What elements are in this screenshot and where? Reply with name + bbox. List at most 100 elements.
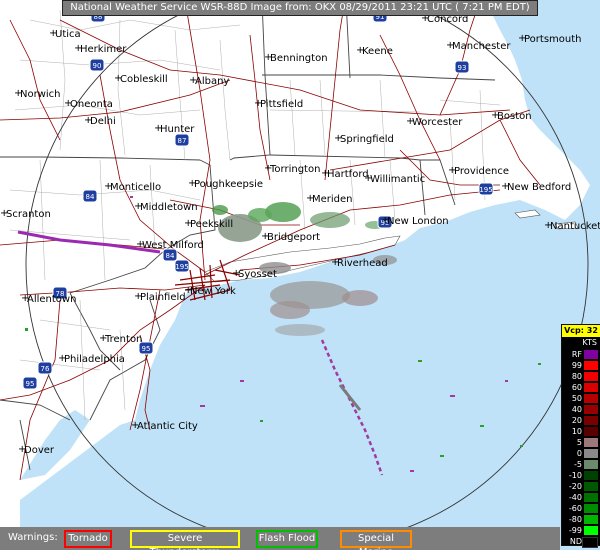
city-label: Portsmouth [524, 34, 582, 45]
city-label: Herkimer [80, 44, 127, 55]
header-bar: National Weather Service WSR-88D Image f… [62, 0, 538, 16]
city-label: Utica [55, 29, 81, 40]
legend-item: -99 [562, 525, 600, 536]
interstate-shield: 195 [478, 182, 494, 196]
legend-item: -20 [562, 481, 600, 492]
legend-label: -99 [568, 526, 582, 535]
city-label: Hartford [327, 169, 369, 180]
city-label: Torrington [269, 164, 320, 175]
legend-swatch [584, 394, 598, 403]
city-label: Providence [454, 166, 509, 177]
legend-swatch [584, 350, 598, 359]
legend-label: 99 [571, 361, 582, 370]
legend-title: Vcp: 32 [562, 325, 600, 337]
city-label: Hunter [160, 124, 195, 135]
legend-swatch [584, 438, 598, 447]
city-label: Manchester [452, 41, 511, 52]
interstate-shield: 93 [454, 60, 470, 74]
legend-label: -60 [568, 504, 582, 513]
city-label: Springfield [340, 134, 394, 145]
legend-item: 5 [562, 437, 600, 448]
legend-label: 20 [571, 416, 582, 425]
interstate-shield: 90 [89, 58, 105, 72]
legend-item: 20 [562, 415, 600, 426]
radar-map: 889091879395195848478951957695 +Utica+He… [0, 0, 600, 550]
legend-swatch [582, 537, 598, 548]
legend-item: -40 [562, 492, 600, 503]
warning-special-marine-button[interactable]: Special Marine [340, 530, 412, 558]
city-label: New Bedford [507, 182, 571, 193]
city-label: Poughkeepsie [194, 179, 263, 190]
legend-item: -10 [562, 470, 600, 481]
interstate-shield: 95 [22, 376, 38, 390]
warning-severe-thunderstorm-button[interactable]: Severe Thunderstorm [130, 530, 240, 558]
legend-item: -5 [562, 459, 600, 470]
warning-tornado-button[interactable]: Tornado [64, 530, 112, 548]
interstate-number: 95 [26, 380, 35, 388]
legend-label: 60 [571, 383, 582, 392]
interstate-number: 195 [479, 186, 492, 194]
legend-swatch [584, 361, 598, 370]
legend-label: -40 [568, 493, 582, 502]
velocity-legend: Vcp: 32 KTS RF 99 80 60 50 40 20 10 5 0 -5 -10 -20 -4… [561, 324, 600, 548]
legend-label: 10 [571, 427, 582, 436]
legend-swatch [584, 526, 598, 535]
city-label: Philadelphia [64, 354, 125, 365]
city-label: Worcester [412, 117, 463, 128]
legend-swatch [584, 515, 598, 524]
legend-item: 50 [562, 393, 600, 404]
city-label: Scranton [6, 209, 51, 220]
city-label: Cobleskill [120, 74, 168, 85]
city-label: Middletown [140, 202, 198, 213]
city-label: Oneonta [70, 99, 113, 110]
legend-swatch [584, 504, 598, 513]
legend-swatch [584, 460, 598, 469]
city-label: Meriden [312, 194, 353, 205]
legend-label: -20 [568, 482, 582, 491]
city-label: Delhi [90, 116, 116, 127]
legend-label: -10 [568, 471, 582, 480]
warnings-bar: Warnings: Tornado Severe Thunderstorm Flas… [0, 527, 560, 558]
legend-item: 60 [562, 382, 600, 393]
city-label: Bennington [270, 53, 328, 64]
legend-item: -80 [562, 514, 600, 525]
warning-flash-flood-button[interactable]: Flash Flood [256, 530, 318, 548]
city-label: Syosset [238, 269, 277, 280]
city-label: New York [190, 286, 236, 297]
legend-label: 80 [571, 372, 582, 381]
legend-item: 10 [562, 426, 600, 437]
legend-swatch [584, 383, 598, 392]
city-label: Riverhead [337, 258, 388, 269]
legend-label: 5 [576, 438, 582, 447]
legend-units: KTS [582, 338, 597, 347]
interstate-number: 195 [175, 263, 188, 271]
header-title: National Weather Service WSR-88D Image f… [70, 2, 530, 13]
legend-label: RF [571, 350, 582, 359]
city-label: New London [387, 216, 449, 227]
city-label: Boston [497, 111, 532, 122]
interstate-number: 90 [93, 62, 102, 70]
legend-swatch [584, 471, 598, 480]
city-label: Bridgeport [267, 232, 320, 243]
interstate-number: 93 [458, 64, 467, 72]
legend-item: 0 [562, 448, 600, 459]
city-label: Nantucket [550, 221, 600, 232]
city-label: Peekskill [190, 219, 233, 230]
legend-item: RF [562, 349, 600, 360]
legend-label: -5 [574, 460, 582, 469]
legend-item: 80 [562, 371, 600, 382]
city-label: Dover [24, 445, 55, 456]
legend-label: -80 [568, 515, 582, 524]
interstate-shield: 195 [174, 259, 190, 273]
legend-label: 40 [571, 405, 582, 414]
city-label: Allentown [27, 294, 76, 305]
legend-swatch [584, 482, 598, 491]
city-label: Plainfield [140, 292, 186, 303]
legend-swatch [584, 405, 598, 414]
interstate-shield: 84 [82, 189, 98, 203]
interstate-shield: 76 [37, 361, 53, 375]
interstate-number: 76 [41, 365, 50, 373]
city-label: Keene [362, 46, 393, 57]
legend-item: 40 [562, 404, 600, 415]
city-label: Atlantic City [137, 421, 198, 432]
